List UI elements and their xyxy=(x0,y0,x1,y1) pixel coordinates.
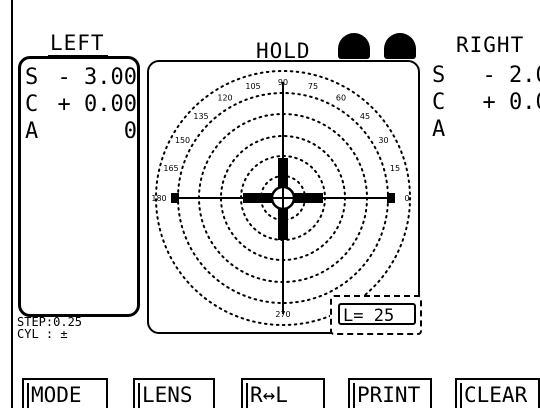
clear-button[interactable]: CLEAR xyxy=(455,378,540,408)
axis-marker-left xyxy=(171,193,179,203)
mode-button[interactable]: MODE xyxy=(22,378,108,408)
screen-frame-edge xyxy=(11,0,13,408)
lens-length-box: L= 25 xyxy=(330,295,422,335)
print-button[interactable]: PRINT xyxy=(348,378,432,408)
right-cylinder-value: + 0.00 xyxy=(482,90,540,115)
angle-label-15: 15 xyxy=(390,164,400,173)
angle-label-75: 75 xyxy=(308,82,318,91)
right-sphere-label: S xyxy=(432,63,446,88)
angle-label-105: 105 xyxy=(245,82,260,91)
lens-button[interactable]: LENS xyxy=(133,378,215,408)
right-lens-title: RIGHT xyxy=(456,33,525,57)
right-sphere-value: - 2.00 xyxy=(482,63,540,88)
angle-label-180: 180 xyxy=(151,194,166,203)
axis-marker-right xyxy=(387,193,395,203)
left-sphere-label: S xyxy=(25,65,39,90)
left-lens-readout: S - 3.00 C + 0.00 A 0 xyxy=(18,56,140,317)
angle-label-165: 165 xyxy=(163,164,178,173)
angle-label-45: 45 xyxy=(360,112,370,121)
angle-label-0: 0 xyxy=(404,194,409,203)
angle-label-120: 120 xyxy=(217,94,232,103)
left-axis-row: A 0 xyxy=(25,121,137,209)
angle-label-150: 150 xyxy=(175,136,190,145)
lens-length-value: L= 25 xyxy=(338,303,416,326)
alignment-target: 0153045607590105120135150165180270 xyxy=(151,70,411,326)
angle-label-135: 135 xyxy=(193,112,208,121)
left-cylinder-label: C xyxy=(25,92,39,117)
cylinder-mode-label: CYL : ± xyxy=(17,327,68,341)
right-axis-row: A 0 xyxy=(432,119,540,207)
angle-label-60: 60 xyxy=(336,94,346,103)
left-lens-title: LEFT xyxy=(50,31,105,55)
left-sphere-value: - 3.00 xyxy=(57,65,137,90)
left-cylinder-value: + 0.00 xyxy=(57,92,137,117)
left-axis-label: A xyxy=(25,119,39,144)
left-axis-value: 0 xyxy=(123,119,137,144)
alignment-target-panel: 0153045607590105120135150165180270 xyxy=(147,60,420,334)
hold-status-label: HOLD xyxy=(256,39,311,63)
swap-eye-button[interactable]: R↔L xyxy=(241,378,325,408)
angle-label-30: 30 xyxy=(378,136,388,145)
left-lens-indicator-icon xyxy=(338,33,370,59)
lensmeter-screen: LEFT HOLD RIGHT S - 3.00 C + 0.00 A 0 S … xyxy=(0,0,540,408)
right-axis-label: A xyxy=(432,117,446,142)
right-cylinder-label: C xyxy=(432,90,446,115)
right-lens-indicator-icon xyxy=(384,33,416,59)
